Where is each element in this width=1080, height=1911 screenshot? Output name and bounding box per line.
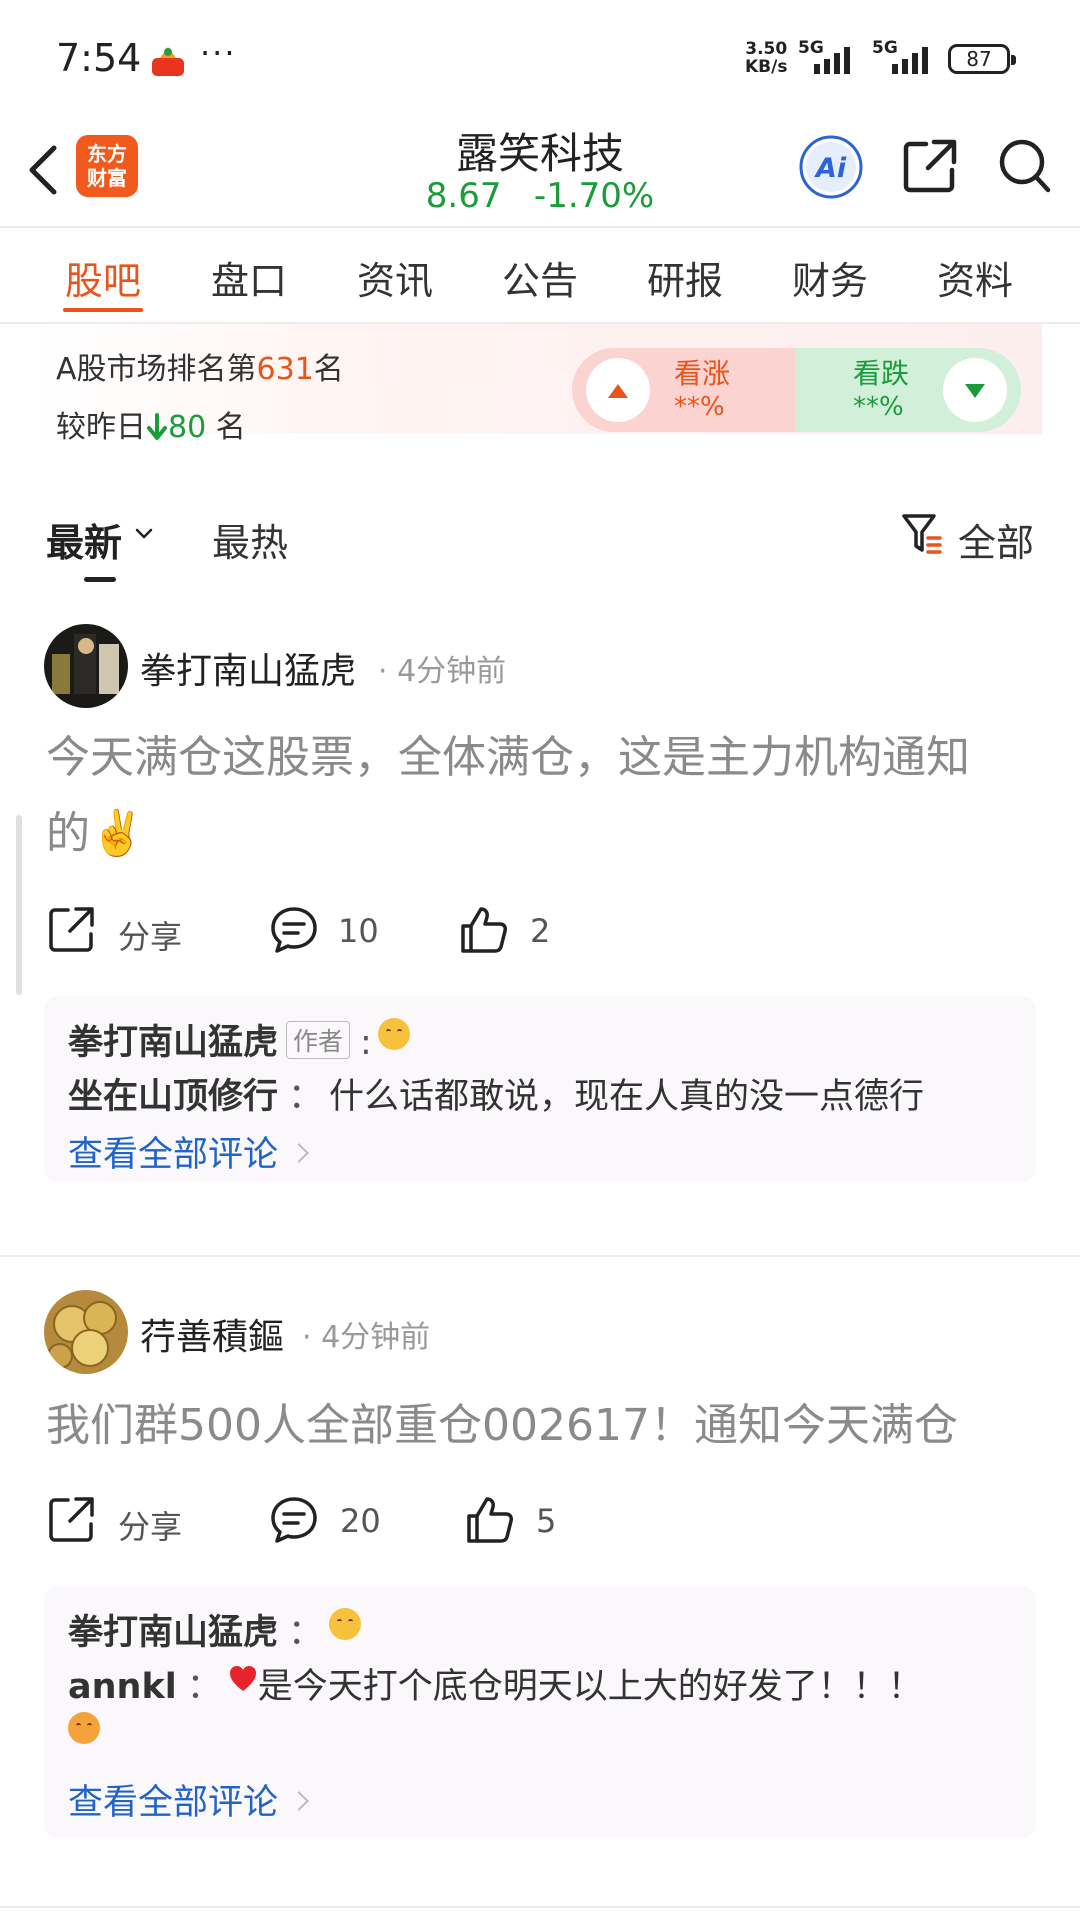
- status-time: 7:54: [56, 36, 142, 80]
- comment-count: 20: [340, 1502, 381, 1540]
- share-icon: [49, 907, 94, 952]
- comment-preview-box[interactable]: 拳打南山猛虎： annkl：是今天打个底仓明天以上大的好发了！！！ 查看全部评论: [44, 1586, 1036, 1838]
- like-button[interactable]: 2: [458, 904, 578, 964]
- post-body[interactable]: 我们群500人全部重仓002617！通知今天满仓: [46, 1388, 1046, 1464]
- comment-text: 什么话都敢说，现在人真的没一点德行: [329, 1077, 925, 1117]
- comment-row-cont: [68, 1712, 100, 1757]
- tab-bar: 股吧 盘口 资讯 公告 研报 财务 资料: [0, 228, 1080, 322]
- post-divider: [0, 1255, 1080, 1257]
- share-button[interactable]: 分享: [46, 1494, 206, 1554]
- comment-author[interactable]: 拳打南山猛虎: [68, 1613, 278, 1653]
- tab-finance[interactable]: 财务: [775, 250, 885, 305]
- comment-text: 是今天打个底仓明天以上大的好发了！！！: [257, 1667, 923, 1707]
- kiss-emoji-icon: [68, 1712, 100, 1744]
- author-badge: 作者: [286, 1021, 351, 1059]
- stock-price: 8.67: [425, 176, 502, 216]
- bearish-pct: **%: [853, 392, 904, 422]
- bullish-label: 看涨: [674, 357, 731, 390]
- network-speed: 3.50 KB/s: [745, 39, 788, 77]
- comment-icon: [271, 907, 317, 953]
- thumbs-up-icon: [467, 1497, 513, 1543]
- sort-latest[interactable]: 最新: [46, 512, 122, 567]
- like-count: 2: [530, 912, 551, 950]
- share-button[interactable]: 分享: [46, 904, 206, 964]
- tab-announcements[interactable]: 公告: [485, 250, 595, 305]
- stock-header: 东方 财富 露笑科技 8.67 -1.70% Ai: [0, 120, 1080, 226]
- status-bar: 7:54 ··· 3.50 KB/s 5G 5G 87: [0, 0, 1080, 120]
- tab-pankou[interactable]: 盘口: [194, 250, 304, 305]
- post-body[interactable]: 今天满仓这股票，全体满仓，这是主力机构通知 的✌️: [46, 720, 1046, 872]
- avatar[interactable]: [44, 1290, 128, 1374]
- post-author[interactable]: 拳打南山猛虎: [140, 642, 356, 694]
- rank-value: 631: [256, 352, 314, 387]
- avatar-image: [44, 1290, 128, 1374]
- vote-bullish-button[interactable]: 看涨 **%: [572, 348, 795, 432]
- status-more-dots: ···: [200, 34, 237, 72]
- view-all-comments-link[interactable]: 查看全部评论: [68, 1774, 309, 1825]
- comment-preview-box[interactable]: 拳打南山猛虎 作者: 坐在山顶修行：什么话都敢说，现在人真的没一点德行 查看全部评…: [44, 996, 1036, 1182]
- chevron-right-icon: [289, 1791, 309, 1811]
- stock-change: -1.70%: [533, 176, 655, 216]
- comment-author[interactable]: annkl: [68, 1667, 177, 1707]
- vote-bearish-button[interactable]: 看跌 **%: [795, 348, 1021, 432]
- post-divider: [0, 1906, 1080, 1908]
- avatar[interactable]: [44, 624, 128, 708]
- like-button[interactable]: 5: [464, 1494, 584, 1554]
- chevron-right-icon: [289, 1143, 309, 1163]
- tab-news[interactable]: 资讯: [340, 250, 450, 305]
- rank-text: A股市场排名第631名: [56, 352, 344, 387]
- bullish-circle: [586, 358, 650, 422]
- post-author[interactable]: 荇善積鏂: [140, 1308, 284, 1360]
- like-count: 5: [536, 1502, 557, 1540]
- sort-hot[interactable]: 最热: [212, 512, 288, 567]
- smirk-emoji-icon: [377, 1018, 410, 1050]
- down-arrow-icon: [147, 413, 167, 440]
- heart-icon: [229, 1666, 256, 1691]
- post-time: · 4分钟前: [302, 1320, 431, 1355]
- filter-label[interactable]: 全部: [958, 512, 1034, 567]
- tab-profile[interactable]: 资料: [920, 250, 1030, 305]
- filter-icon[interactable]: [900, 510, 944, 556]
- post-card: 荇善積鏂 · 4分钟前 我们群500人全部重仓002617！通知今天满仓 分享 …: [0, 1290, 1080, 1910]
- chevron-down-icon[interactable]: [132, 522, 156, 546]
- view-all-comments-link[interactable]: 查看全部评论: [68, 1126, 309, 1177]
- tab-guba[interactable]: 股吧: [48, 250, 158, 305]
- search-icon[interactable]: [996, 136, 1054, 196]
- share-icon: [49, 1497, 94, 1542]
- comment-button[interactable]: 20: [268, 1494, 408, 1554]
- comment-row: 拳打南山猛虎：: [68, 1604, 362, 1655]
- battery-icon: 87: [948, 44, 1016, 74]
- comment-count: 10: [338, 912, 379, 950]
- comment-row: 拳打南山猛虎 作者:: [68, 1014, 410, 1065]
- triangle-down-icon: [965, 384, 985, 398]
- tab-research[interactable]: 研报: [630, 250, 740, 305]
- comment-button[interactable]: 10: [268, 904, 408, 964]
- ai-assistant-icon[interactable]: Ai: [798, 134, 864, 200]
- post-time: · 4分钟前: [378, 654, 507, 689]
- comment-row: 坐在山顶修行：什么话都敢说，现在人真的没一点德行: [68, 1077, 925, 1117]
- comment-icon: [271, 1497, 317, 1543]
- svg-text:Ai: Ai: [814, 153, 847, 184]
- comment-author[interactable]: 拳打南山猛虎: [68, 1023, 278, 1063]
- bearish-circle: [943, 358, 1007, 422]
- comment-row: annkl：是今天打个底仓明天以上大的好发了！！！: [68, 1658, 923, 1709]
- market-rank-banner: A股市场排名第631名 较昨日 80 名 看涨 **% 看跌 **%: [32, 324, 1042, 445]
- bullish-pct: **%: [674, 392, 725, 422]
- avatar-image: [44, 624, 128, 708]
- rank-change-value: 80: [168, 410, 207, 445]
- post-card: 拳打南山猛虎 · 4分钟前 今天满仓这股票，全体满仓，这是主力机构通知 的✌️ …: [0, 620, 1080, 1260]
- share-icon[interactable]: [900, 136, 960, 196]
- sort-active-indicator: [84, 577, 116, 582]
- signal-icon: [814, 47, 850, 74]
- smirk-emoji-icon: [329, 1608, 362, 1640]
- bearish-label: 看跌: [853, 357, 910, 390]
- tab-active-indicator: [63, 308, 143, 312]
- comment-author[interactable]: 坐在山顶修行: [68, 1077, 278, 1117]
- signal-icon-2: [892, 47, 928, 74]
- triangle-up-icon: [608, 384, 628, 398]
- app-notification-icon: [152, 47, 184, 76]
- rank-compare: 较昨日 80 名: [56, 410, 246, 445]
- thumbs-up-icon: [461, 907, 507, 953]
